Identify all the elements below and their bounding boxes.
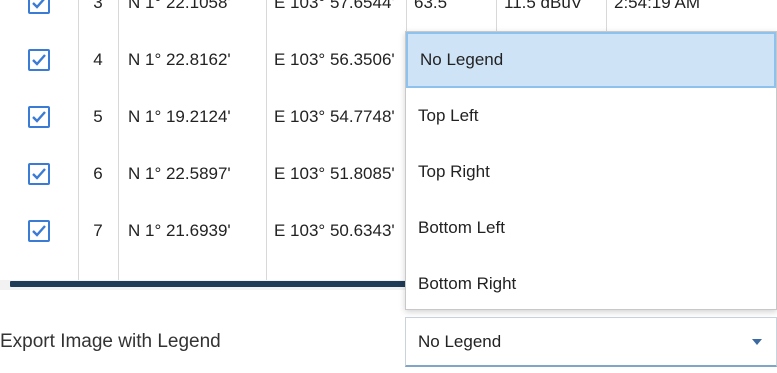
chevron-down-icon[interactable] bbox=[752, 338, 762, 345]
checkmark-icon bbox=[32, 167, 46, 180]
row-id: 3 bbox=[93, 0, 103, 12]
menu-item-no-legend[interactable]: No Legend bbox=[406, 32, 776, 88]
legend-select[interactable]: No Legend bbox=[405, 317, 777, 367]
checkmark-icon bbox=[32, 53, 46, 66]
row-longitude: E 103° 51.8085' bbox=[274, 163, 395, 183]
row-id: 5 bbox=[93, 106, 103, 126]
row-latitude: N 1° 19.2124' bbox=[128, 106, 231, 126]
row-altitude: 63.5 bbox=[414, 0, 448, 12]
menu-item-bottom-left[interactable]: Bottom Left bbox=[406, 200, 776, 256]
export-legend-label: Export Image with Legend bbox=[0, 331, 221, 352]
menu-item-bottom-right[interactable]: Bottom Right bbox=[406, 256, 776, 312]
checkmark-icon bbox=[32, 0, 45, 9]
checkmark-icon bbox=[32, 110, 46, 123]
row-id: 6 bbox=[93, 163, 103, 183]
row-latitude: N 1° 22.1058' bbox=[128, 0, 231, 12]
row-id: 4 bbox=[93, 49, 103, 69]
row-longitude: E 103° 50.6343' bbox=[274, 220, 395, 240]
row-longitude: E 103° 57.6544' bbox=[274, 0, 395, 12]
row-checkbox[interactable] bbox=[28, 162, 50, 185]
legend-select-value: No Legend bbox=[418, 331, 502, 351]
row-check-cell[interactable] bbox=[0, 0, 78, 31]
row-check-cell[interactable] bbox=[0, 31, 78, 88]
menu-item-top-left[interactable]: Top Left bbox=[406, 88, 776, 144]
row-check-cell[interactable] bbox=[0, 145, 78, 202]
legend-dropdown-menu: No Legend Top Left Top Right Bottom Left… bbox=[405, 31, 777, 310]
row-checkbox[interactable] bbox=[28, 0, 50, 14]
row-signal: 11.5 dBuV bbox=[504, 0, 583, 12]
row-check-cell[interactable] bbox=[0, 202, 78, 259]
row-latitude: N 1° 21.6939' bbox=[128, 220, 231, 240]
checkmark-icon bbox=[32, 224, 46, 237]
row-latitude: N 1° 22.5897' bbox=[128, 163, 231, 183]
export-dialog: 3 N 1° 22.1058' E 103° 57.6544' 63.5 11.… bbox=[0, 0, 777, 373]
row-checkbox[interactable] bbox=[28, 219, 50, 242]
row-checkbox[interactable] bbox=[28, 105, 50, 128]
row-latitude: N 1° 22.8162' bbox=[128, 49, 231, 69]
table-row[interactable]: 3 N 1° 22.1058' E 103° 57.6544' 63.5 11.… bbox=[0, 0, 777, 31]
row-longitude: E 103° 54.7748' bbox=[274, 106, 395, 126]
row-longitude: E 103° 56.3506' bbox=[274, 49, 395, 69]
row-time: 2:54:19 AM bbox=[614, 0, 701, 12]
row-check-cell[interactable] bbox=[0, 88, 78, 145]
row-id: 7 bbox=[93, 220, 103, 240]
menu-item-top-right[interactable]: Top Right bbox=[406, 144, 776, 200]
row-checkbox[interactable] bbox=[28, 48, 50, 71]
